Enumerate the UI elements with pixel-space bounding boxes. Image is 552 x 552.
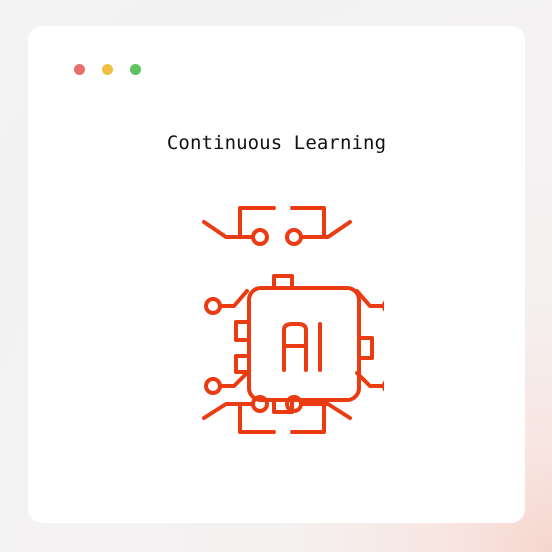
minimize-dot[interactable] (102, 64, 113, 75)
close-dot[interactable] (74, 64, 85, 75)
maximize-dot[interactable] (130, 64, 141, 75)
page-title: Continuous Learning (166, 132, 387, 154)
ai-chip-icon (202, 206, 384, 434)
window-card: Continuous Learning (28, 26, 525, 523)
window-controls (74, 64, 141, 75)
